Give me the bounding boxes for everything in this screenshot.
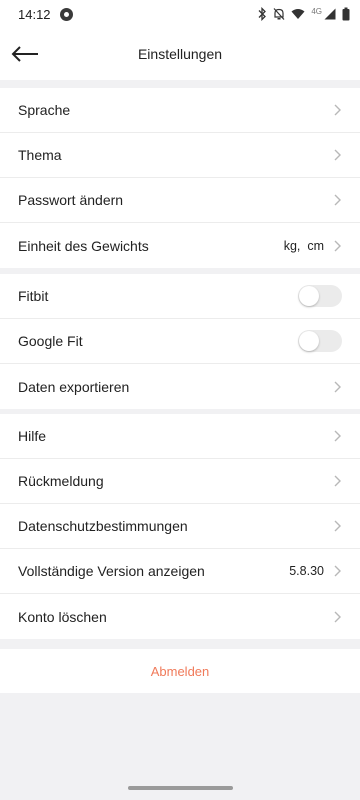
- chevron-right-icon: [334, 381, 341, 392]
- row-right: [332, 148, 342, 162]
- logout-button[interactable]: Abmelden: [0, 649, 360, 693]
- change-password-row[interactable]: Passwort ändern: [0, 178, 360, 223]
- google-fit-row: Google Fit: [0, 319, 360, 364]
- chevron-right-icon: [334, 565, 341, 577]
- row-label: Datenschutzbestimmungen: [18, 518, 188, 534]
- weight-unit-row[interactable]: Einheit des Gewichts kg, cm: [0, 223, 360, 268]
- wifi-icon: [291, 9, 305, 19]
- weight-unit-value: kg, cm: [283, 238, 324, 253]
- chevron-right-icon: [334, 240, 341, 251]
- network-type-label: 4G: [311, 6, 322, 16]
- row-right: [332, 380, 342, 394]
- chevron-right-icon: [334, 149, 341, 161]
- row-label: Vollständige Version anzeigen: [18, 563, 205, 579]
- row-right: [332, 103, 342, 117]
- full-version-row[interactable]: Vollständige Version anzeigen 5.8.30: [0, 549, 360, 594]
- row-label: Sprache: [18, 102, 71, 118]
- row-right: [332, 474, 342, 488]
- status-bar: 14:12 4G: [0, 0, 360, 30]
- feedback-row[interactable]: Rückmeldung: [0, 459, 360, 504]
- export-data-row[interactable]: Daten exportieren: [0, 364, 360, 409]
- delete-account-row[interactable]: Konto löschen: [0, 594, 360, 639]
- chevron-right-icon: [334, 475, 341, 487]
- logout-label: Abmelden: [150, 663, 210, 679]
- row-right: 5.8.30: [289, 564, 342, 578]
- row-right: [332, 610, 342, 624]
- battery-icon: [342, 7, 350, 21]
- row-label: Konto löschen: [18, 608, 107, 625]
- status-time: 14:12: [18, 7, 51, 22]
- settings-section-support: Hilfe Rückmeldung Datenschutzbestimmunge…: [0, 414, 360, 639]
- version-value: 5.8.30: [289, 564, 324, 578]
- row-right: [332, 519, 342, 533]
- settings-section-connections: Fitbit Google Fit Daten exportieren: [0, 274, 360, 409]
- row-label: Fitbit: [18, 288, 49, 304]
- cellular-signal-icon: [324, 8, 336, 20]
- row-right: [298, 330, 342, 352]
- chevron-right-icon: [334, 430, 341, 442]
- page-title: Einstellungen: [137, 46, 223, 62]
- row-right: kg, cm: [284, 239, 342, 253]
- chevron-right-icon: [334, 104, 341, 116]
- home-indicator[interactable]: [128, 786, 233, 790]
- row-label: Einheit des Gewichts: [18, 237, 149, 254]
- row-label: Daten exportieren: [18, 378, 130, 395]
- row-right: [332, 193, 342, 207]
- row-right: [298, 285, 342, 307]
- fitbit-toggle[interactable]: [298, 285, 342, 307]
- logout-section: Abmelden: [0, 649, 360, 693]
- notification-app-icon: [60, 8, 73, 21]
- row-right: [332, 429, 342, 443]
- chevron-right-icon: [334, 520, 341, 532]
- help-row[interactable]: Hilfe: [0, 414, 360, 459]
- toggle-knob: [299, 331, 319, 351]
- chevron-right-icon: [334, 611, 341, 622]
- language-row[interactable]: Sprache: [0, 88, 360, 133]
- app-header: Einstellungen: [0, 30, 360, 80]
- theme-row[interactable]: Thema: [0, 133, 360, 178]
- privacy-policy-row[interactable]: Datenschutzbestimmungen: [0, 504, 360, 549]
- fitbit-row: Fitbit: [0, 274, 360, 319]
- alarm-off-icon: [273, 8, 285, 20]
- row-label: Passwort ändern: [18, 192, 124, 208]
- row-label: Rückmeldung: [18, 473, 104, 489]
- row-label: Hilfe: [18, 428, 47, 444]
- row-label: Google Fit: [18, 333, 83, 349]
- bluetooth-icon: [258, 7, 267, 21]
- row-label: Thema: [18, 147, 62, 163]
- settings-section-general: Sprache Thema Passwort ändern Einheit de…: [0, 88, 360, 268]
- toggle-knob: [299, 286, 319, 306]
- chevron-right-icon: [334, 194, 341, 206]
- google-fit-toggle[interactable]: [298, 330, 342, 352]
- status-icons: 4G: [257, 6, 350, 22]
